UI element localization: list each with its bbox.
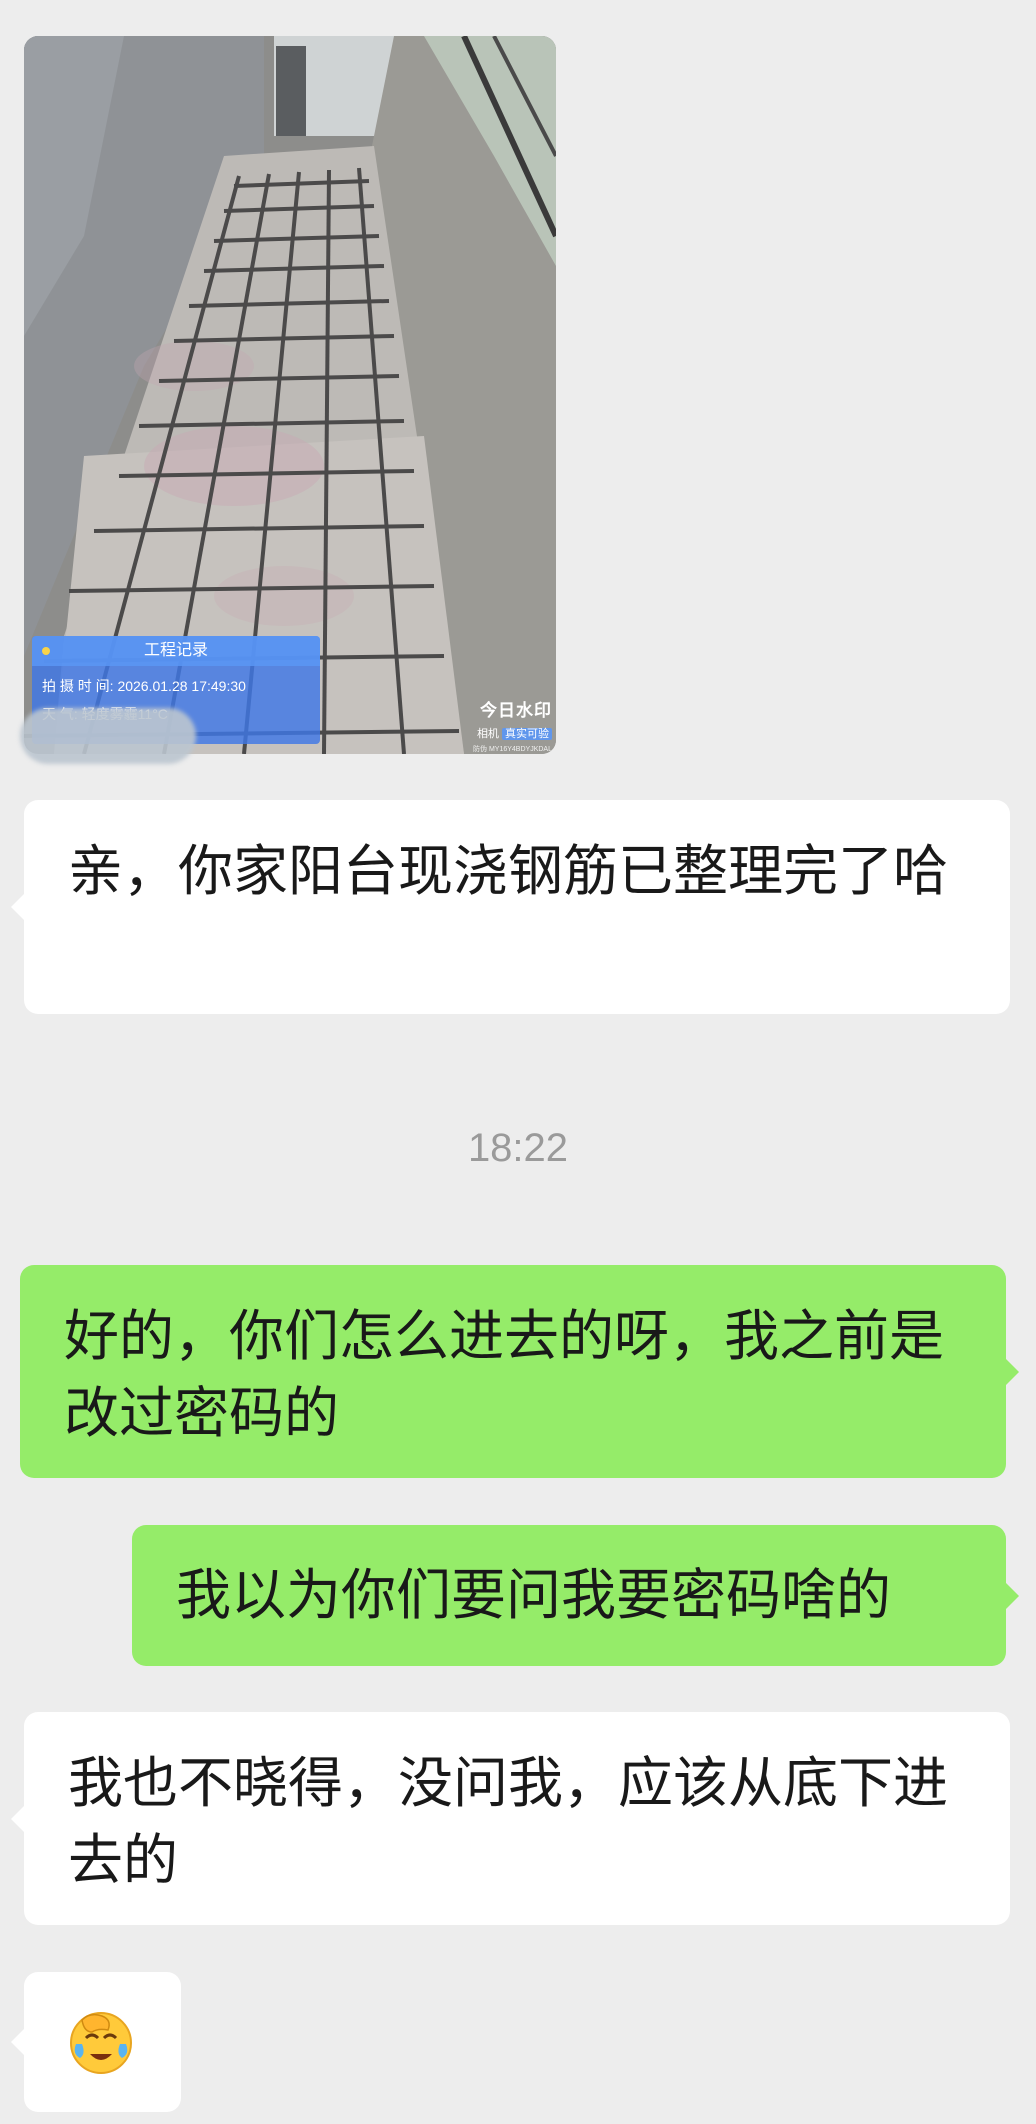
message-bubble-received[interactable]: 我也不晓得，没问我，应该从底下进去的 [11,1712,1010,1925]
message-text: 好的，你们怎么进去的呀，我之前是改过密码的 [64,1304,945,1445]
image-message[interactable]: 工程记录 拍 摄 时 间: 2026.01.28 17:49:30 天 气: 轻… [24,36,556,754]
bubble-tail [1005,1357,1019,1386]
watermark-brand: 今日水印 相机 真实可验 防伪 MY16Y4BDYJKDAL [473,696,552,754]
bubble-tail [11,1804,25,1833]
watermark-dot-icon [42,647,50,655]
bubble-tail [1005,1581,1019,1610]
watermark-title: 工程记录 [32,636,320,666]
message-text: 亲，你家阳台现浇钢筋已整理完了哈 [68,839,949,903]
face-palm-crying-icon [70,2012,132,2074]
watermark-brand-name: 今日水印 [480,701,552,720]
watermark-shot-time: 拍 摄 时 间: 2026.01.28 17:49:30 [42,678,246,694]
chat-timestamp: 18:22 [467,1126,569,1170]
chat-view: 工程记录 拍 摄 时 间: 2026.01.28 17:49:30 天 气: 轻… [0,0,1036,2124]
watermark-brand-sub: 相机 真实可验 [473,725,552,741]
watermark-verify-tag: 真实可验 [502,728,552,740]
bubble-tail [11,2028,25,2056]
blurred-overlay [20,708,196,764]
watermark-code: 防伪 MY16Y4BDYJKDAL [473,746,552,753]
message-bubble-received-emoji[interactable] [11,1972,181,2112]
watermark-camera-label: 相机 [476,728,499,740]
message-bubble-sent[interactable]: 我以为你们要问我要密码啥的 [132,1525,1019,1666]
message-bubble-received[interactable]: 亲，你家阳台现浇钢筋已整理完了哈 [11,800,1010,1014]
bubble-tail [11,893,25,921]
message-text: 我也不晓得，没问我，应该从底下进去的 [68,1751,949,1892]
message-text: 我以为你们要问我要密码啥的 [176,1563,892,1627]
message-bubble-sent[interactable]: 好的，你们怎么进去的呀，我之前是改过密码的 [20,1265,1019,1478]
